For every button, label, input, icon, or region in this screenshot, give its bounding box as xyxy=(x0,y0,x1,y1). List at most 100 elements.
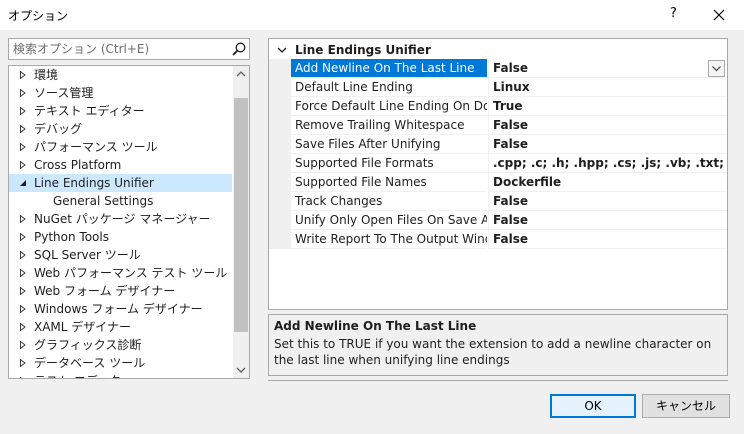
collapsed-triangle-icon[interactable] xyxy=(19,120,29,138)
property-name[interactable]: Add Newline On The Last Line xyxy=(291,59,487,78)
property-value[interactable]: True xyxy=(489,97,727,116)
tree-item[interactable]: デバッグ xyxy=(9,120,232,138)
property-value[interactable]: False xyxy=(489,192,727,211)
property-name[interactable]: Write Report To The Output Window xyxy=(291,230,487,249)
tree-item[interactable]: SQL Server ツール xyxy=(9,246,232,264)
row-gutter xyxy=(269,135,291,154)
property-name[interactable]: Remove Trailing Whitespace xyxy=(291,116,487,135)
tree-child-item[interactable]: General Settings xyxy=(9,192,232,210)
search-icon[interactable] xyxy=(231,41,247,57)
tree-item[interactable]: データベース ツール xyxy=(9,354,232,372)
property-name[interactable]: Track Changes xyxy=(291,192,487,211)
category-title: Line Endings Unifier xyxy=(295,43,431,57)
collapsed-triangle-icon[interactable] xyxy=(19,210,29,228)
collapsed-triangle-icon[interactable] xyxy=(19,228,29,246)
row-gutter xyxy=(269,154,291,173)
property-value[interactable]: Dockerfile xyxy=(489,173,727,192)
property-row[interactable]: Add Newline On The Last Line False xyxy=(269,59,727,78)
tree-scrollbar[interactable] xyxy=(233,66,249,378)
property-name[interactable]: Supported File Names xyxy=(291,173,487,192)
tree-item[interactable]: ソース管理 xyxy=(9,84,232,102)
tree-item-label: ソース管理 xyxy=(34,86,94,100)
search-input[interactable] xyxy=(13,41,223,57)
tree-item-label: Web パフォーマンス テスト ツール xyxy=(34,266,228,280)
tree-item-label: Python Tools xyxy=(34,230,109,244)
collapsed-triangle-icon[interactable] xyxy=(19,138,29,156)
property-row[interactable]: Force Default Line Ending On DocumTrue xyxy=(269,97,727,116)
tree-item[interactable]: NuGet パッケージ マネージャー xyxy=(9,210,232,228)
tree-item[interactable]: テスト エディター xyxy=(9,372,232,378)
tree-item-label: テスト エディター xyxy=(34,372,133,378)
close-button[interactable] xyxy=(708,4,730,26)
collapsed-triangle-icon[interactable] xyxy=(19,354,29,372)
expanded-triangle-icon[interactable] xyxy=(19,174,29,192)
property-name[interactable]: Unify Only Open Files On Save All xyxy=(291,211,487,230)
collapsed-triangle-icon[interactable] xyxy=(19,102,29,120)
tree-item[interactable]: Web フォーム デザイナー xyxy=(9,282,232,300)
tree-item-label: XAML デザイナー xyxy=(34,320,132,334)
tree-item[interactable]: XAML デザイナー xyxy=(9,318,232,336)
property-row[interactable]: Save Files After Unifying False xyxy=(269,135,727,154)
window-title: オプション xyxy=(8,9,69,23)
tree-item-label: テキスト エディター xyxy=(34,104,145,118)
ok-button[interactable]: OK xyxy=(550,394,636,418)
scroll-thumb[interactable] xyxy=(234,98,248,332)
description-title: Add Newline On The Last Line xyxy=(274,319,477,333)
property-name[interactable]: Supported File Formats xyxy=(291,154,487,173)
collapsed-triangle-icon[interactable] xyxy=(19,372,29,378)
property-value[interactable]: False xyxy=(489,230,727,249)
description-panel: Add Newline On The Last Line Set this to… xyxy=(268,314,728,376)
collapsed-triangle-icon[interactable] xyxy=(19,156,29,174)
collapsed-triangle-icon[interactable] xyxy=(19,84,29,102)
collapsed-triangle-icon[interactable] xyxy=(19,246,29,264)
tree-item[interactable]: 環境 xyxy=(9,66,232,84)
property-value[interactable]: False xyxy=(489,211,727,230)
property-row[interactable]: Remove Trailing Whitespace False xyxy=(269,116,727,135)
scroll-up-button[interactable] xyxy=(233,66,249,82)
property-name[interactable]: Default Line Ending xyxy=(291,78,487,97)
tree-item[interactable]: テキスト エディター xyxy=(9,102,232,120)
property-row[interactable]: Unify Only Open Files On Save All False xyxy=(269,211,727,230)
property-value[interactable]: .cpp; .c; .h; .hpp; .cs; .js; .vb; .txt;… xyxy=(489,154,727,173)
collapsed-triangle-icon[interactable] xyxy=(19,282,29,300)
chevron-down-icon xyxy=(712,66,721,72)
search-box xyxy=(8,38,250,60)
close-icon xyxy=(713,9,725,21)
category-header[interactable]: Line Endings Unifier xyxy=(269,41,727,59)
property-name[interactable]: Save Files After Unifying xyxy=(291,135,487,154)
tree-item[interactable]: Python Tools xyxy=(9,228,232,246)
divider xyxy=(268,380,728,381)
tree-item[interactable]: Windows フォーム デザイナー xyxy=(9,300,232,318)
property-value[interactable]: Linux xyxy=(489,78,727,97)
cancel-button[interactable]: キャンセル xyxy=(642,394,730,418)
description-text: Set this to TRUE if you want the extensi… xyxy=(274,337,712,367)
tree-item-label: General Settings xyxy=(53,194,154,208)
property-row[interactable]: Track Changes False xyxy=(269,192,727,211)
title-bar: オプション ? xyxy=(0,0,744,30)
collapsed-triangle-icon[interactable] xyxy=(19,318,29,336)
collapsed-triangle-icon[interactable] xyxy=(19,66,29,84)
property-row[interactable]: Supported File Formats .cpp; .c; .h; .hpp… xyxy=(269,154,727,173)
property-row[interactable]: Supported File Names Dockerfile xyxy=(269,173,727,192)
help-button[interactable]: ? xyxy=(670,6,677,21)
collapsed-triangle-icon[interactable] xyxy=(19,336,29,354)
tree-item[interactable]: Web パフォーマンス テスト ツール xyxy=(9,264,232,282)
property-row[interactable]: Write Report To The Output WindowFalse xyxy=(269,230,727,249)
tree-item-label: パフォーマンス ツール xyxy=(34,140,158,154)
property-row[interactable]: Default Line Ending Linux xyxy=(269,78,727,97)
property-value[interactable]: False xyxy=(489,59,727,78)
collapse-icon[interactable] xyxy=(277,45,287,55)
collapsed-triangle-icon[interactable] xyxy=(19,264,29,282)
tree-item-label: Cross Platform xyxy=(34,158,122,172)
tree-item[interactable]: パフォーマンス ツール xyxy=(9,138,232,156)
value-dropdown-button[interactable] xyxy=(708,60,725,77)
property-value[interactable]: False xyxy=(489,116,727,135)
tree-item[interactable]: Line Endings Unifier xyxy=(9,174,232,192)
property-value[interactable]: False xyxy=(489,135,727,154)
collapsed-triangle-icon[interactable] xyxy=(19,300,29,318)
property-rows: Add Newline On The Last Line False Default… xyxy=(269,59,727,249)
tree-item[interactable]: グラフィックス診断 xyxy=(9,336,232,354)
scroll-down-button[interactable] xyxy=(233,362,249,378)
tree-item[interactable]: Cross Platform xyxy=(9,156,232,174)
property-name[interactable]: Force Default Line Ending On Docum xyxy=(291,97,487,116)
